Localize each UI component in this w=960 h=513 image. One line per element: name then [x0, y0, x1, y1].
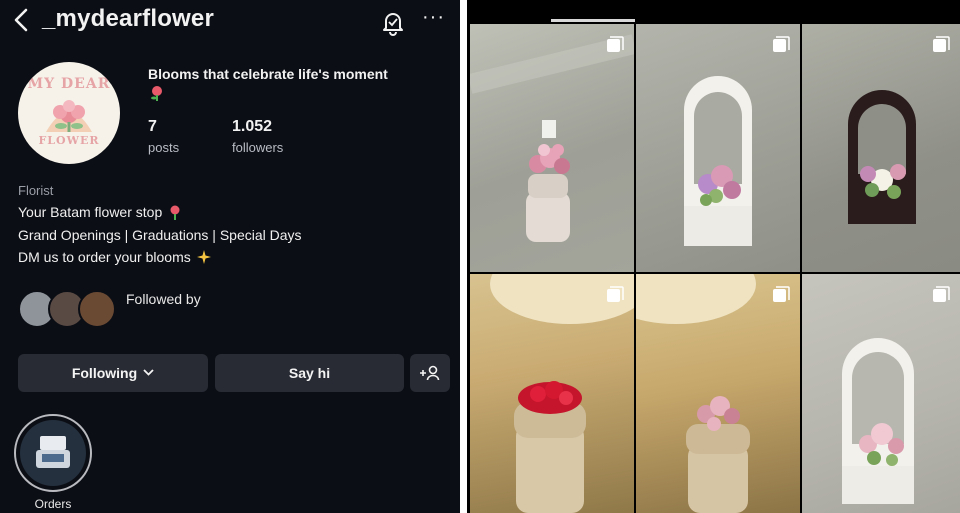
add-user-button[interactable] — [410, 354, 450, 392]
multiple-photos-icon — [933, 286, 950, 302]
gift-box-icon — [36, 436, 70, 468]
multiple-photos-icon — [773, 286, 790, 302]
profile-headline: Blooms that celebrate life's moment — [148, 66, 388, 82]
avatar-logo-bottom: FLOWER — [38, 134, 100, 147]
say-hi-button[interactable]: Say hi — [215, 354, 404, 392]
bell-icon[interactable] — [378, 8, 408, 38]
bouquet-photo — [490, 274, 634, 513]
followers-count: 1.052 — [232, 118, 273, 135]
flower-logo-icon — [46, 100, 92, 132]
multiple-photos-icon — [933, 36, 950, 52]
flower-box-photo — [842, 338, 914, 504]
multiple-photos-icon — [773, 36, 790, 52]
posts-label: posts — [148, 140, 180, 155]
bio-line: Grand Openings | Graduations | Special D… — [18, 227, 302, 243]
bio-line-text: DM us to order your blooms — [18, 249, 191, 265]
posts-grid — [467, 0, 960, 513]
profile-panel: _mydearflower ··· MY DEAR FLOWER Blooms … — [0, 0, 460, 513]
follower-avatar[interactable] — [78, 290, 116, 328]
post-thumbnail[interactable] — [636, 24, 800, 272]
story-highlight-orders[interactable] — [20, 420, 86, 486]
followers-label: followers — [232, 140, 284, 155]
more-options-icon[interactable]: ··· — [422, 6, 445, 29]
posts-stat[interactable]: 7 posts — [148, 118, 179, 155]
add-user-icon — [420, 365, 440, 381]
post-thumbnail[interactable] — [802, 274, 960, 513]
chevron-down-icon — [143, 369, 154, 376]
following-button[interactable]: Following — [18, 354, 208, 392]
post-thumbnail[interactable] — [470, 24, 634, 272]
profile-category: Florist — [18, 183, 54, 198]
bouquet-photo — [470, 34, 634, 242]
post-thumbnail[interactable] — [470, 274, 634, 513]
post-thumbnail[interactable] — [802, 24, 960, 272]
followers-stat[interactable]: 1.052 followers — [232, 118, 283, 155]
post-thumbnail[interactable] — [636, 274, 800, 513]
bio-line: Your Batam flower stop — [18, 204, 183, 220]
sparkles-icon — [196, 250, 211, 264]
bio-line-text: Your Batam flower stop — [18, 204, 163, 220]
top-bar: _mydearflower ··· — [0, 0, 460, 46]
rose-icon — [151, 86, 162, 101]
profile-username: _mydearflower — [42, 5, 215, 32]
flower-box-photo — [848, 90, 916, 224]
following-label: Following — [71, 365, 138, 381]
profile-avatar[interactable]: MY DEAR FLOWER — [18, 62, 120, 164]
tab-indicator — [551, 19, 635, 22]
rose-icon — [170, 205, 180, 220]
bio-line: DM us to order your blooms — [18, 249, 212, 265]
story-highlight-label: Orders — [34, 497, 72, 511]
multiple-photos-icon — [607, 286, 624, 302]
chevron-left-icon[interactable] — [8, 4, 34, 36]
flower-box-photo — [684, 76, 752, 246]
followed-by-text[interactable]: Followed by — [126, 291, 201, 307]
bouquet-photo — [636, 274, 756, 513]
posts-count: 7 — [148, 118, 157, 135]
multiple-photos-icon — [607, 36, 624, 52]
